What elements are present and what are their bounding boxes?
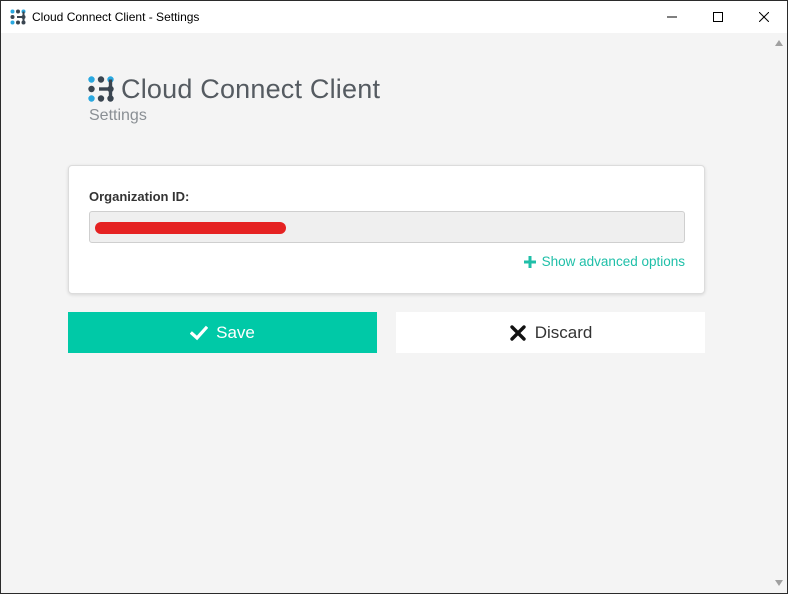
maximize-button[interactable] (695, 1, 741, 33)
brand-logo-icon (88, 76, 114, 102)
organization-id-label: Organization ID: (89, 189, 190, 204)
settings-card: Organization ID: Show advanced options (68, 165, 705, 294)
discard-button[interactable]: Discard (396, 312, 705, 353)
maximize-icon (713, 12, 723, 22)
show-advanced-options-label: Show advanced options (541, 254, 685, 269)
close-button[interactable] (741, 1, 787, 33)
plus-icon (523, 255, 536, 268)
settings-window: Cloud Connect Client - Settings Cloud Co… (0, 0, 788, 594)
redaction-mark (95, 222, 286, 234)
app-logo-icon (10, 9, 26, 25)
title-bar[interactable]: Cloud Connect Client - Settings (1, 1, 787, 33)
vertical-scrollbar[interactable] (771, 33, 787, 593)
window-title: Cloud Connect Client - Settings (32, 10, 200, 24)
scroll-down-icon (775, 580, 783, 586)
app-name-heading: Cloud Connect Client (121, 73, 381, 104)
minimize-button[interactable] (649, 1, 695, 33)
save-button[interactable]: Save (68, 312, 377, 353)
discard-button-label: Discard (534, 322, 593, 342)
brand-header: Cloud Connect Client (88, 73, 380, 105)
scroll-up-icon (775, 40, 783, 46)
checkmark-icon (190, 325, 209, 340)
close-icon (759, 12, 769, 22)
show-advanced-options-link[interactable]: Show advanced options (523, 254, 685, 269)
x-icon (509, 324, 526, 341)
save-button-label: Save (216, 322, 255, 342)
scroll-down-button[interactable] (771, 575, 787, 591)
scroll-up-button[interactable] (771, 35, 787, 51)
page-subtitle: Settings (89, 107, 147, 124)
minimize-icon (667, 16, 677, 18)
